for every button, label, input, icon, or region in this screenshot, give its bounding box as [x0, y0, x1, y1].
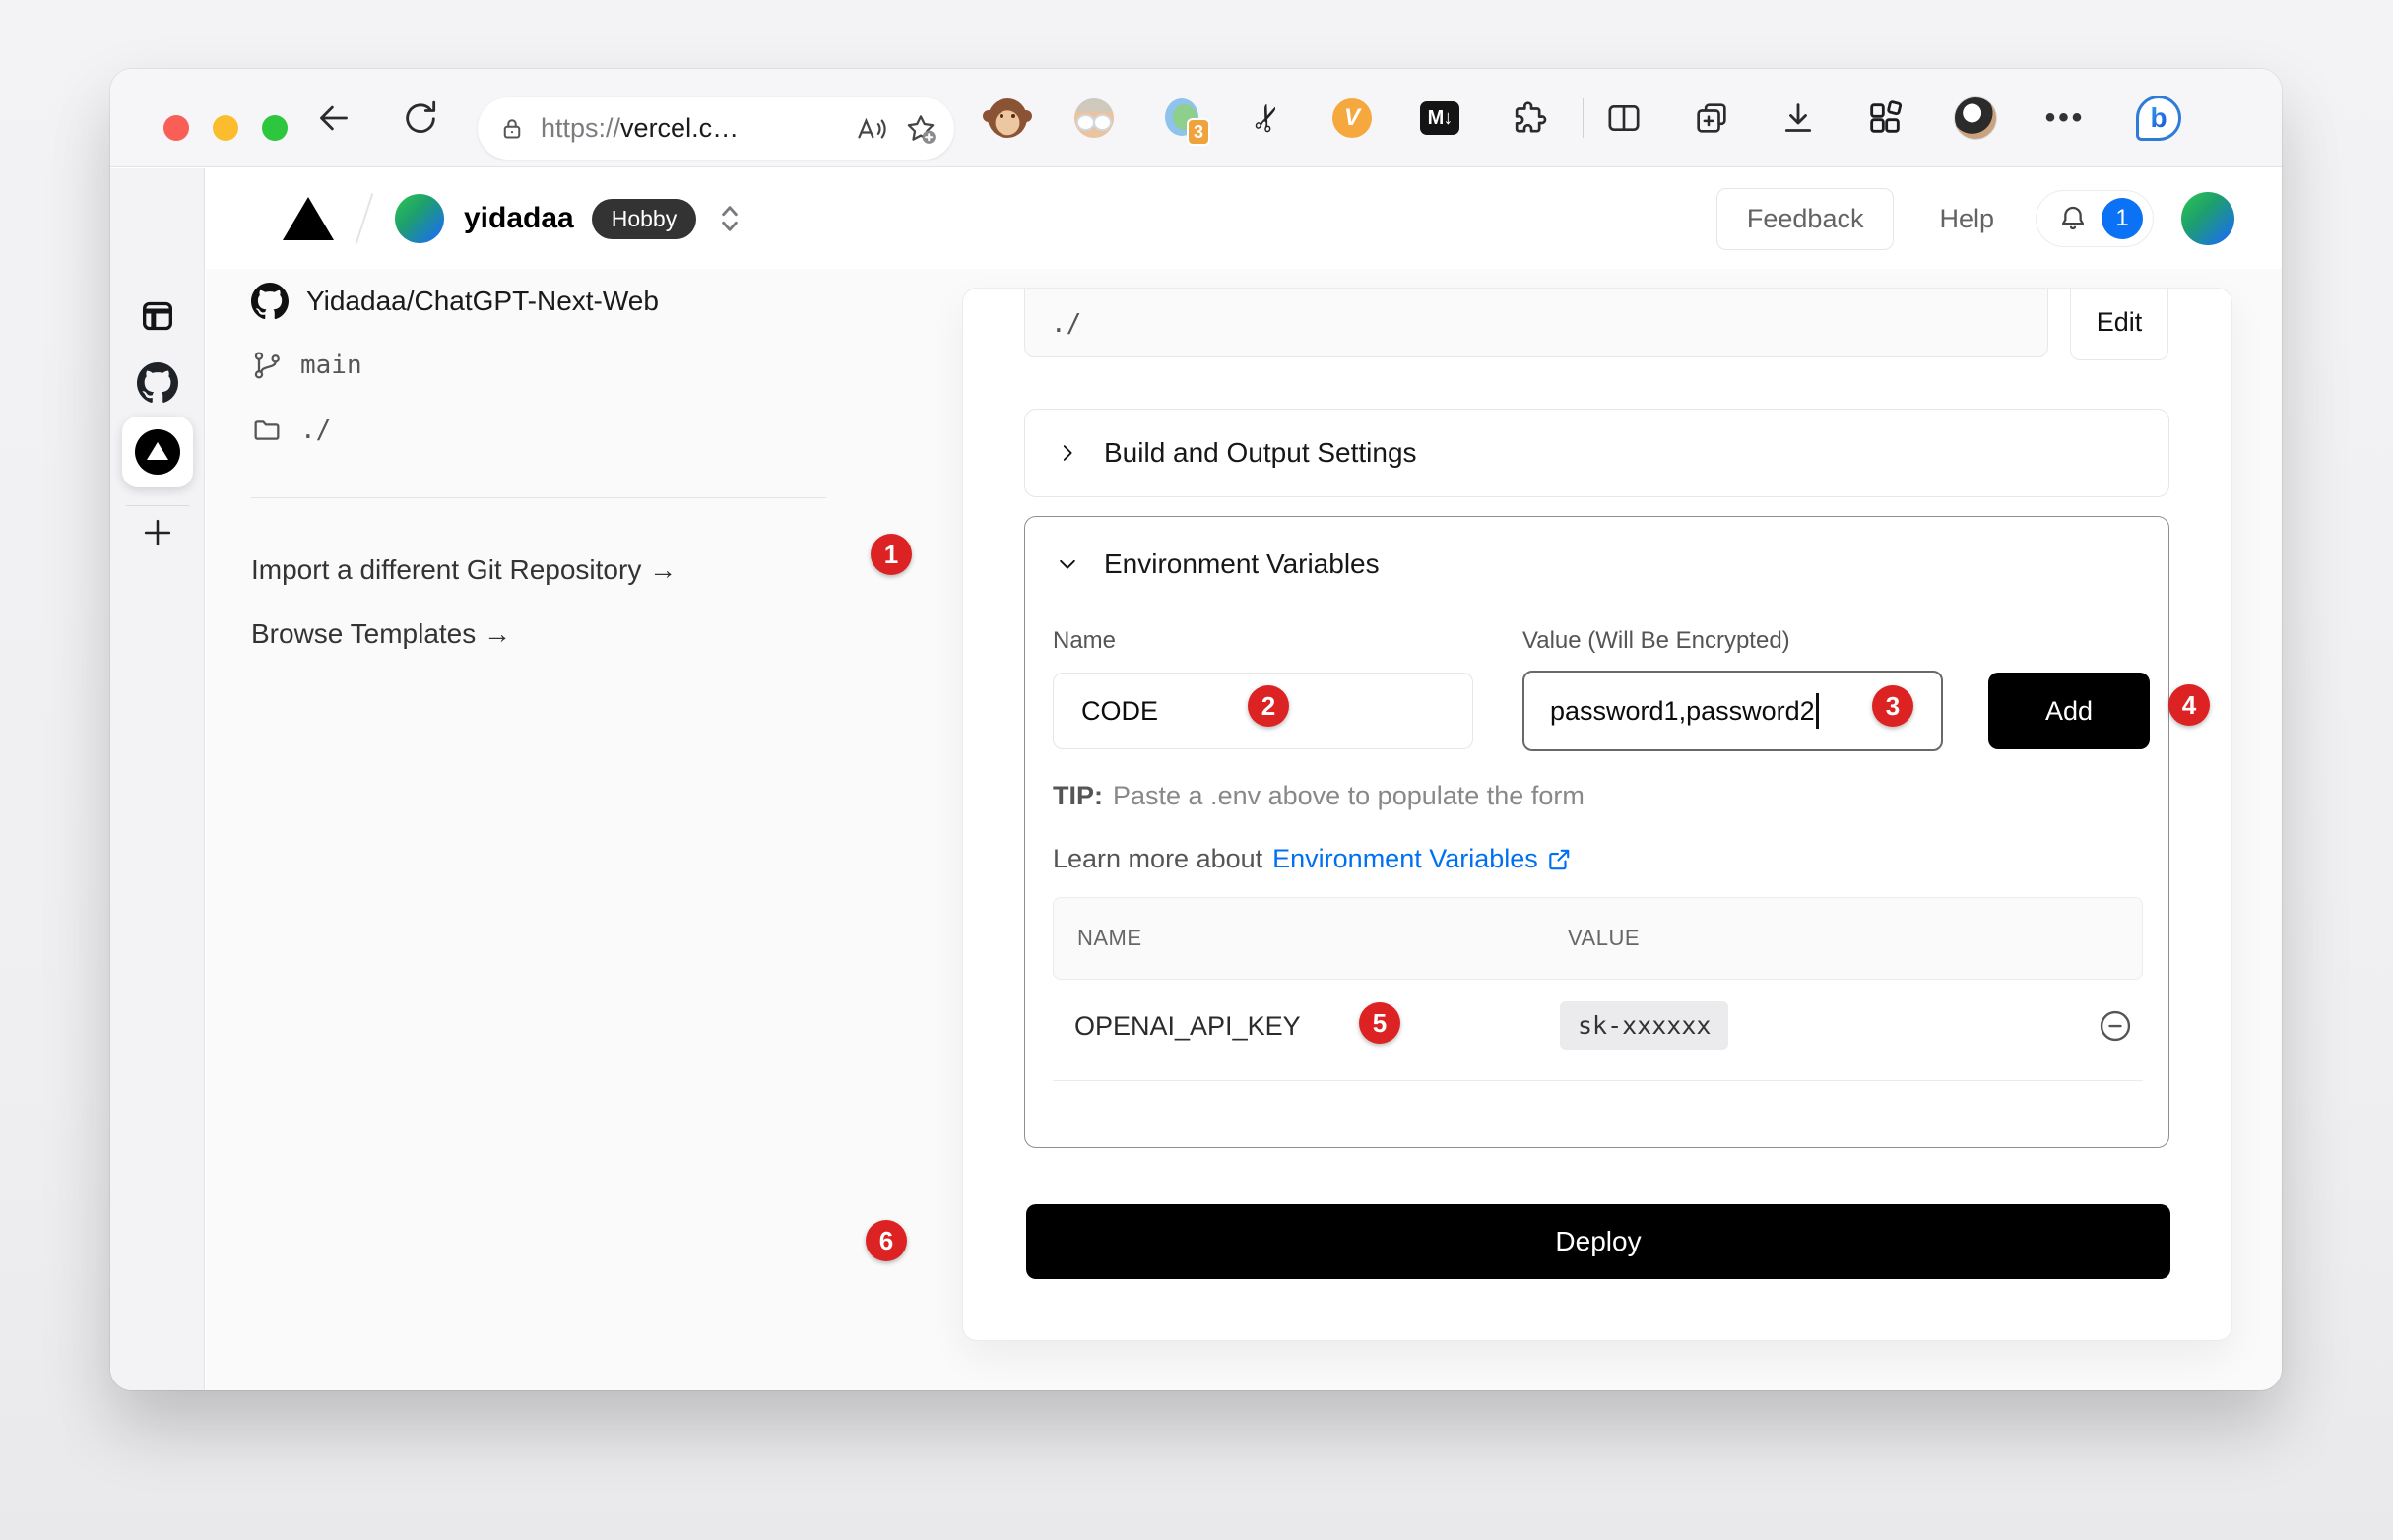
- url-scheme: https://: [541, 113, 620, 143]
- zoom-window-button[interactable]: [262, 115, 288, 141]
- root-dir-row: ./: [251, 415, 331, 446]
- markdown-extension-icon[interactable]: M↓: [1418, 69, 1461, 167]
- value-field-label: Value (Will Be Encrypted): [1522, 627, 1790, 655]
- avatar-extension-icon[interactable]: [1072, 69, 1116, 167]
- external-link-icon: [1546, 847, 1572, 872]
- import-project-card: ./ Edit Build and Output Settings Enviro…: [963, 289, 2231, 1340]
- env-row-value: sk-xxxxxx: [1560, 1001, 1728, 1050]
- bell-icon: [2056, 202, 2090, 235]
- build-output-settings-accordion[interactable]: Build and Output Settings: [1024, 409, 2169, 497]
- edit-button[interactable]: Edit: [2070, 289, 2168, 360]
- environment-variables-section: Environment Variables Name Value (Will B…: [1024, 516, 2169, 1148]
- env-table-row: OPENAI_API_KEY sk-xxxxxx: [1053, 980, 2143, 1078]
- environment-variables-accordion[interactable]: Environment Variables: [1057, 548, 1380, 580]
- vercel-tab-active[interactable]: [122, 417, 193, 487]
- annotation-badge-3: 3: [1872, 685, 1913, 727]
- user-avatar[interactable]: [2181, 192, 2234, 245]
- refresh-icon[interactable]: [398, 69, 443, 167]
- apps-launcher-icon[interactable]: [1863, 69, 1907, 167]
- build-output-settings-title: Build and Output Settings: [1104, 437, 1417, 469]
- tip-text: TIP:Paste a .env above to populate the f…: [1053, 781, 1585, 811]
- env-row-name: OPENAI_API_KEY: [1074, 1011, 1301, 1042]
- collections-icon[interactable]: [1690, 69, 1733, 167]
- repo-row: Yidadaa/ChatGPT-Next-Web: [251, 283, 659, 320]
- chevron-right-icon: [1057, 442, 1078, 464]
- profile-avatar[interactable]: [1954, 69, 1997, 167]
- chevron-down-icon: [1057, 553, 1078, 575]
- env-row-divider: [1053, 1080, 2143, 1081]
- vercel-header: yidadaa Hobby Feedback Help 1: [206, 168, 2282, 269]
- branch-name: main: [300, 351, 362, 380]
- minimize-window-button[interactable]: [213, 115, 238, 141]
- lock-icon: [497, 114, 527, 144]
- learn-more-line: Learn more about Environment Variables: [1053, 844, 1572, 874]
- repo-name: Yidadaa/ChatGPT-Next-Web: [306, 286, 659, 317]
- browser-sidebar: [110, 168, 205, 1390]
- sidebar-divider: [126, 505, 189, 506]
- browser-toolbar: https://vercel.c… 3 ✂ V M↓: [110, 69, 2282, 167]
- breadcrumb-slash: [356, 193, 374, 244]
- notifications-button[interactable]: 1: [2036, 190, 2154, 247]
- annotation-badge-6: 6: [866, 1220, 907, 1261]
- name-field-label: Name: [1053, 627, 1116, 655]
- read-aloud-icon[interactable]: [854, 112, 889, 146]
- toolbar-divider: [1583, 98, 1584, 138]
- feedback-button[interactable]: Feedback: [1716, 188, 1895, 250]
- address-bar[interactable]: https://vercel.c…: [478, 97, 954, 160]
- sidebar-panel-icon[interactable]: [110, 294, 205, 338]
- left-panel-divider: [251, 497, 826, 498]
- environment-variables-title: Environment Variables: [1104, 548, 1380, 580]
- help-link[interactable]: Help: [1939, 204, 1994, 234]
- favorite-star-icon[interactable]: [903, 111, 938, 147]
- translator-extension-icon[interactable]: 3: [1162, 69, 1207, 167]
- team-name: yidadaa: [464, 202, 574, 235]
- browse-templates-link[interactable]: Browse Templates →: [251, 618, 511, 650]
- annotation-badge-2: 2: [1248, 685, 1289, 727]
- new-tab-plus-icon[interactable]: [110, 511, 205, 554]
- url-text: https://vercel.c…: [541, 113, 739, 144]
- env-table-header: NAME VALUE: [1053, 897, 2143, 980]
- value-column-header: VALUE: [1568, 926, 1640, 951]
- scope-selector-icon[interactable]: [718, 202, 742, 235]
- remove-env-var-button[interactable]: [2097, 1007, 2134, 1045]
- annotation-badge-1: 1: [871, 534, 912, 575]
- downloads-icon[interactable]: [1777, 69, 1820, 167]
- github-tab-icon[interactable]: [110, 361, 205, 405]
- split-screen-icon[interactable]: [1602, 69, 1646, 167]
- root-dir-label: ./: [300, 416, 331, 445]
- vercel-triangle-logo[interactable]: [283, 197, 334, 240]
- deploy-button[interactable]: Deploy: [1026, 1204, 2170, 1279]
- git-branch-icon: [251, 350, 283, 381]
- extensions-puzzle-icon[interactable]: [1507, 69, 1550, 167]
- bing-chat-icon[interactable]: b: [2134, 69, 2183, 167]
- github-icon: [251, 283, 289, 320]
- name-column-header: NAME: [1077, 926, 1142, 951]
- browser-window: https://vercel.c… 3 ✂ V M↓: [110, 69, 2282, 1390]
- more-menu-icon[interactable]: •••: [2043, 69, 2087, 167]
- translator-badge: 3: [1187, 118, 1210, 146]
- tampermonkey-extension-icon[interactable]: [986, 69, 1029, 167]
- notification-count-badge: 1: [2102, 198, 2143, 239]
- vimium-extension-icon[interactable]: V: [1330, 69, 1374, 167]
- vercel-page: yidadaa Hobby Feedback Help 1: [206, 168, 2282, 1390]
- add-env-var-button[interactable]: Add: [1988, 673, 2150, 749]
- url-host: vercel.c…: [620, 113, 739, 143]
- team-avatar[interactable]: [395, 194, 444, 243]
- import-different-repo-link[interactable]: Import a different Git Repository →: [251, 554, 677, 586]
- annotation-badge-5: 5: [1359, 1002, 1400, 1044]
- close-window-button[interactable]: [163, 115, 189, 141]
- scissors-extension-icon[interactable]: ✂: [1246, 69, 1289, 167]
- text-caret: [1816, 693, 1819, 729]
- annotation-badge-4: 4: [2168, 684, 2210, 726]
- folder-icon: [251, 415, 283, 446]
- branch-row: main: [251, 350, 362, 381]
- environment-variables-docs-link[interactable]: Environment Variables: [1272, 844, 1572, 874]
- plan-badge: Hobby: [592, 199, 696, 239]
- back-icon[interactable]: [311, 69, 356, 167]
- root-directory-input[interactable]: ./: [1024, 289, 2048, 357]
- vercel-logo-icon: [135, 429, 180, 475]
